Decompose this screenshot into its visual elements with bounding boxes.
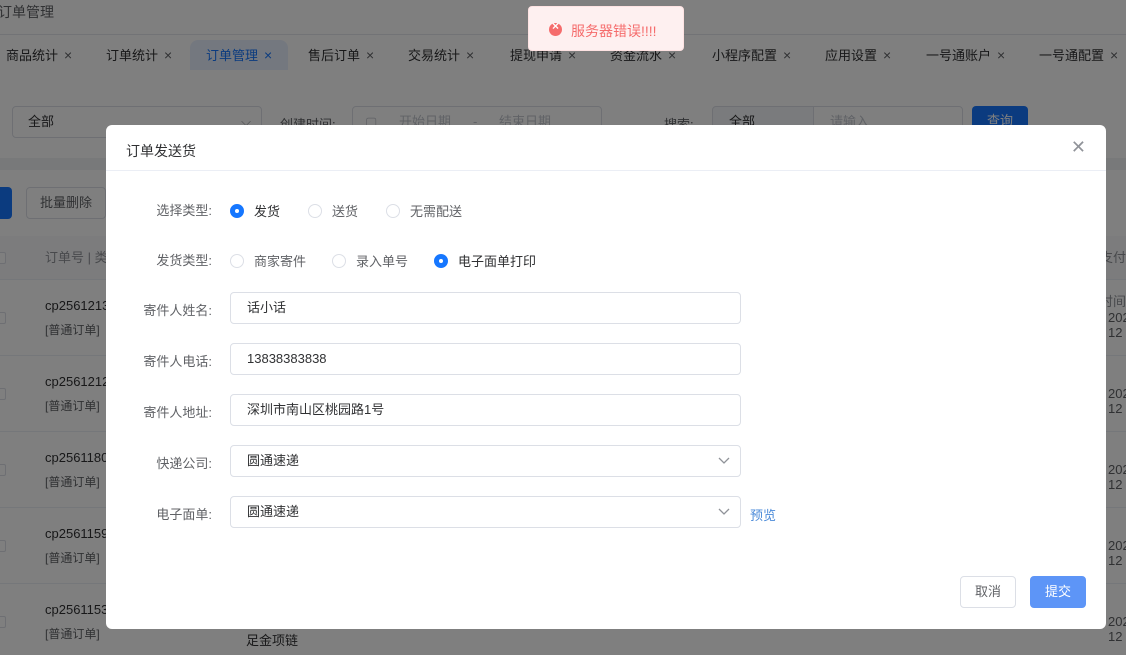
radio-icon — [332, 254, 346, 268]
radio-icon — [230, 254, 244, 268]
preview-link[interactable]: 预览 — [750, 505, 776, 524]
ship-order-dialog: 订单发送货 ✕ 选择类型: 发货 送货 无需配送 发货类型: 商家寄件 录入单号… — [106, 125, 1106, 629]
sender-address-input[interactable]: 深圳市南山区桃园路1号 — [230, 394, 741, 426]
submit-button[interactable]: 提交 — [1030, 576, 1086, 608]
radio-checked-icon — [230, 204, 244, 218]
select-type-label: 选择类型: — [156, 203, 212, 218]
sender-phone-label: 寄件人电话: — [143, 354, 212, 369]
sender-name-input[interactable]: 话小话 — [230, 292, 741, 324]
radio-e-waybill-print[interactable]: 电子面单打印 — [434, 251, 536, 270]
radio-deliver[interactable]: 送货 — [308, 201, 358, 220]
error-circle-icon — [549, 19, 562, 36]
close-icon[interactable]: ✕ — [1071, 138, 1086, 156]
e-waybill-select[interactable]: 圆通速递 — [230, 496, 741, 528]
sender-address-label: 寄件人地址: — [143, 405, 212, 420]
radio-enter-tracking[interactable]: 录入单号 — [332, 251, 408, 270]
chevron-down-icon — [718, 508, 730, 515]
courier-select[interactable]: 圆通速递 — [230, 445, 741, 477]
radio-icon — [386, 204, 400, 218]
sender-phone-input[interactable]: 13838383838 — [230, 343, 741, 375]
radio-icon — [308, 204, 322, 218]
toast-message: 服务器错误!!!! — [571, 23, 657, 39]
radio-checked-icon — [434, 254, 448, 268]
radio-merchant-send[interactable]: 商家寄件 — [230, 251, 306, 270]
radio-ship[interactable]: 发货 — [230, 201, 280, 220]
dialog-title: 订单发送货 — [126, 143, 196, 159]
e-waybill-label: 电子面单: — [156, 507, 212, 522]
radio-no-delivery[interactable]: 无需配送 — [386, 201, 462, 220]
ship-type-label: 发货类型: — [156, 253, 212, 268]
dialog-header: 订单发送货 ✕ — [106, 125, 1106, 171]
chevron-down-icon — [718, 457, 730, 464]
error-toast: 服务器错误!!!! — [528, 6, 684, 51]
sender-name-label: 寄件人姓名: — [143, 303, 212, 318]
cancel-button[interactable]: 取消 — [960, 576, 1016, 608]
courier-label: 快递公司: — [156, 456, 212, 471]
